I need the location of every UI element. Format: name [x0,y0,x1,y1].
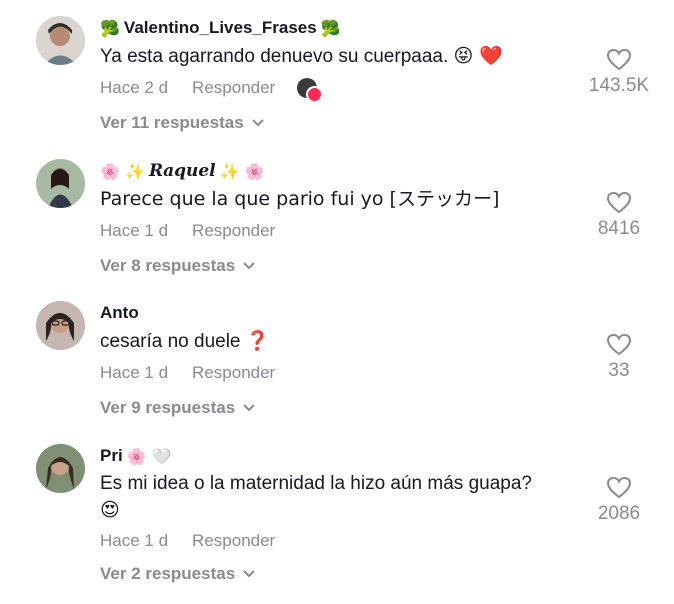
avatar[interactable] [36,16,85,65]
heart-outline-icon [606,191,632,214]
heart-outline-icon [606,476,632,499]
comment-time: Hace 1 d [100,363,169,382]
username-text: Pri [100,446,123,465]
comment-emoji: 😝 ❤️ [453,45,504,67]
username-suffix-emoji: ✨ 🌸 [219,161,265,181]
like-button[interactable]: 8416 [574,191,664,240]
comment-meta: Hace 1 d Responder [100,221,275,241]
creator-liked-badge [297,78,324,103]
comment-body: Ya esta agarrando denuevo su cuerpaaa. [100,46,449,67]
comment-username[interactable]: 🌸 ✨ 𝑹𝒂𝒒𝒖𝒆𝒍 ✨ 🌸 [100,161,265,181]
comment-username[interactable]: Pri 🌸 🤍 [100,446,172,466]
username-text: Anto [100,303,139,322]
view-replies-label: Ver 11 respuestas [100,113,244,132]
like-button[interactable]: 2086 [574,476,664,525]
view-replies-button[interactable]: Ver 8 respuestas [100,256,255,276]
comment-time: Hace 1 d [100,221,169,240]
view-replies-button[interactable]: Ver 11 respuestas [100,113,264,133]
comment-meta: Hace 1 d Responder [100,531,275,551]
like-count: 33 [608,360,630,381]
username-text: 𝑹𝒂𝒒𝒖𝒆𝒍 [148,161,216,181]
like-count: 8416 [597,218,641,239]
view-replies-label: Ver 2 respuestas [100,564,236,583]
view-replies-button[interactable]: Ver 2 respuestas [100,564,255,584]
avatar[interactable] [36,301,85,350]
avatar[interactable] [36,444,85,493]
comment-body: Parece que la que pario fui yo [ステッカー] [100,188,500,210]
comment-text: Parece que la que pario fui yo [ステッカー] [100,187,499,212]
view-replies-label: Ver 8 respuestas [100,256,236,275]
comment-text-line2: 😍 [100,498,120,523]
comment-time: Hace 2 d [100,78,169,97]
reply-button[interactable]: Responder [192,363,275,383]
comment-emoji: ❓ [245,330,270,352]
chevron-down-icon [251,119,264,127]
chevron-down-icon [243,570,255,578]
comment-username[interactable]: 🥦 Valentino_Lives_Frases 🥦 [100,18,341,38]
comment-text: cesaría no duele ❓ [100,329,269,354]
comment-body: cesaría no duele [100,331,241,352]
view-replies-button[interactable]: Ver 9 respuestas [100,398,255,418]
heart-outline-icon [606,333,632,356]
username-text: Valentino_Lives_Frases [123,18,317,37]
like-count: 2086 [597,503,641,524]
comment-time: Hace 1 d [100,531,169,550]
comment-username[interactable]: Anto [100,303,139,323]
chevron-down-icon [243,404,255,412]
view-replies-label: Ver 9 respuestas [100,398,236,417]
username-prefix-emoji: 🌸 ✨ [100,161,145,181]
comment-meta: Hace 2 d Responder [100,78,324,103]
like-count: 143.5K [588,75,650,96]
comment-emoji: 😍 [100,499,120,521]
heart-outline-icon [606,48,632,71]
comment-body: Es mi idea o la maternidad la hizo aún m… [100,473,532,494]
heart-icon [306,86,324,103]
reply-button[interactable]: Responder [192,78,275,98]
reply-button[interactable]: Responder [192,221,275,241]
comment-meta: Hace 1 d Responder [100,363,275,383]
comment-text: Ya esta agarrando denuevo su cuerpaaa. 😝… [100,44,503,69]
reply-button[interactable]: Responder [192,531,275,551]
like-button[interactable]: 33 [574,333,664,382]
username-prefix-emoji: 🥦 [100,18,120,38]
comment-text: Es mi idea o la maternidad la hizo aún m… [100,472,532,496]
username-suffix-emoji: 🥦 [320,18,341,38]
avatar[interactable] [36,159,85,208]
chevron-down-icon [243,262,255,270]
username-suffix-emoji: 🌸 🤍 [126,446,172,466]
like-button[interactable]: 143.5K [574,48,664,97]
